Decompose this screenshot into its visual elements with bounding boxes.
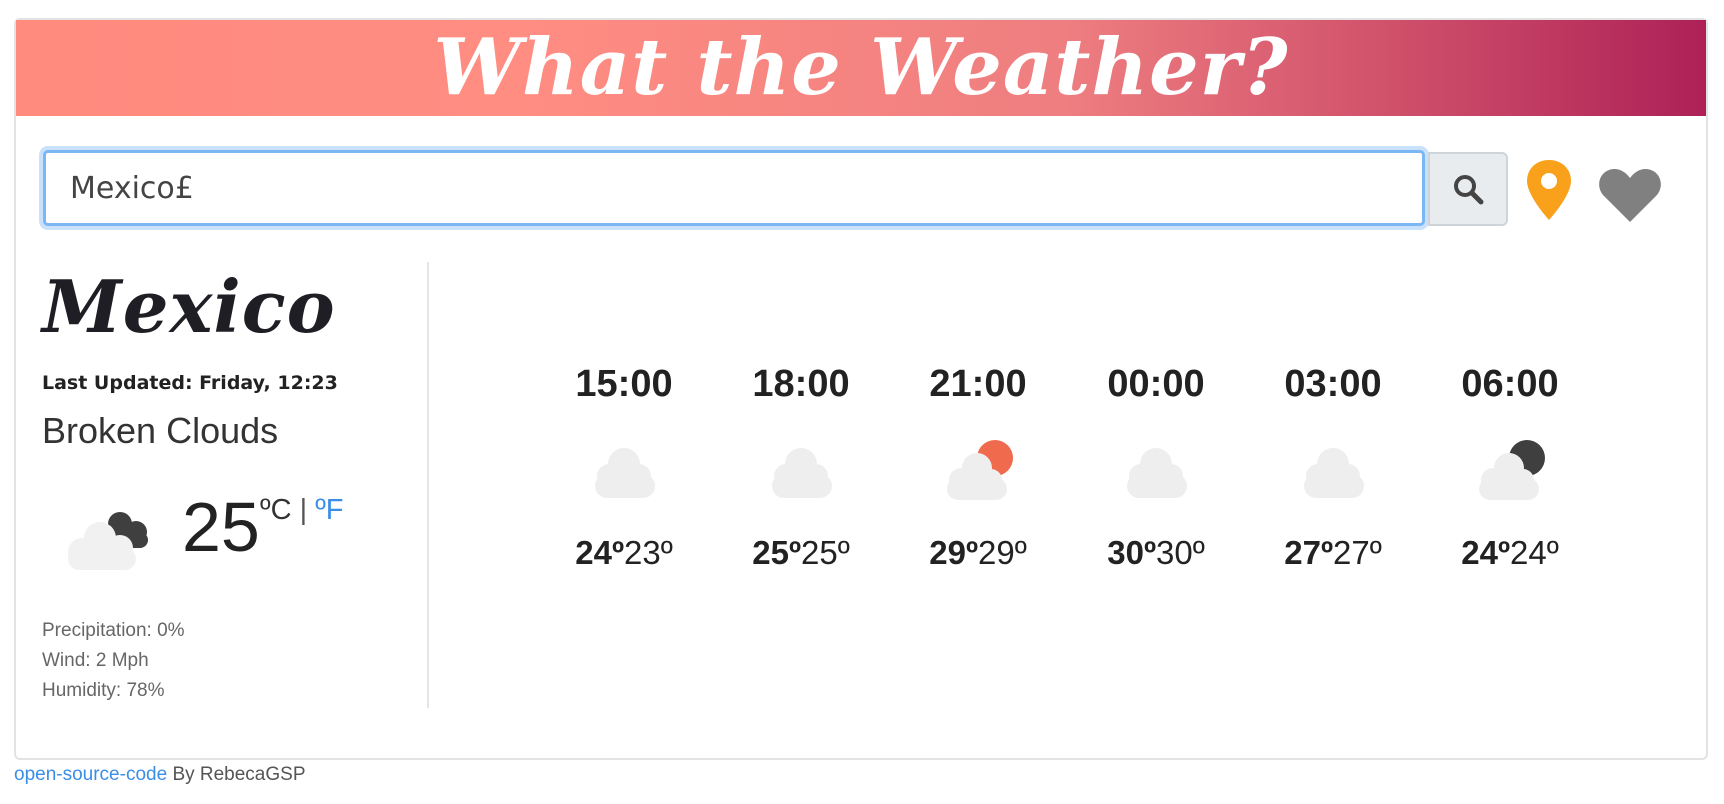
- forecast-min: 27º: [1333, 534, 1382, 571]
- forecast-time: 18:00: [752, 363, 850, 405]
- divider: [427, 262, 429, 708]
- precipitation: Precipitation: 0%: [42, 620, 185, 641]
- cloud-icon: [772, 448, 832, 498]
- forecast-max: 27º: [1284, 534, 1333, 571]
- unit-separator: |: [299, 494, 308, 526]
- forecast-max: 29º: [929, 534, 978, 571]
- search-input[interactable]: [43, 150, 1425, 226]
- forecast-max: 25º: [752, 534, 801, 571]
- forecast-time: 15:00: [575, 363, 673, 405]
- source-code-link[interactable]: open-source-code: [14, 764, 167, 785]
- cloud-icon: [1304, 448, 1364, 498]
- forecast-item: 18:00 25º25º: [726, 360, 876, 572]
- fahrenheit-toggle[interactable]: ºF: [315, 494, 343, 526]
- location-button[interactable]: [1524, 158, 1574, 224]
- forecast-max: 30º: [1107, 534, 1156, 571]
- map-pin-icon: [1527, 160, 1571, 220]
- cloud-icon: [1127, 448, 1187, 498]
- cloud-night-icon: [68, 512, 148, 570]
- search-button[interactable]: [1428, 152, 1508, 226]
- forecast-item: 03:00 27º27º: [1258, 360, 1408, 572]
- forecast-min: 29º: [978, 534, 1027, 571]
- unit-toggle: ºC | ºF: [260, 494, 344, 527]
- forecast-max: 24º: [575, 534, 624, 571]
- favorite-button[interactable]: [1598, 166, 1662, 224]
- app-title: What the Weather?: [433, 22, 1289, 113]
- search-icon: [1454, 175, 1484, 205]
- cloud-moon-icon: [1479, 440, 1545, 500]
- forecast-min: 23º: [624, 534, 673, 571]
- humidity: Humidity: 78%: [42, 680, 165, 701]
- last-updated: Last Updated: Friday, 12:23: [42, 372, 338, 394]
- forecast-time: 06:00: [1461, 363, 1559, 405]
- forecast-min: 30º: [1156, 534, 1205, 571]
- cloud-icon: [595, 448, 655, 498]
- forecast-time: 21:00: [929, 363, 1027, 405]
- cloud-sun-icon: [947, 440, 1013, 500]
- heart-icon: [1599, 168, 1661, 222]
- author-credit: By RebecaGSP: [172, 764, 306, 785]
- weather-description: Broken Clouds: [42, 410, 279, 451]
- forecast-time: 03:00: [1284, 363, 1382, 405]
- header-banner: What the Weather?: [16, 20, 1706, 116]
- forecast-item: 06:00 24º24º: [1435, 360, 1585, 572]
- current-weather-icon: [58, 500, 162, 578]
- forecast-item: 21:00 29º29º: [903, 360, 1053, 572]
- footer: open-source-code By RebecaGSP: [14, 764, 306, 786]
- forecast-item: 00:00 30º30º: [1081, 360, 1231, 572]
- wind: Wind: 2 Mph: [42, 650, 149, 671]
- forecast-time: 00:00: [1107, 363, 1205, 405]
- celsius-toggle[interactable]: ºC: [260, 494, 292, 526]
- forecast-item: 15:00 24º23º: [549, 360, 699, 572]
- forecast-min: 24º: [1510, 534, 1559, 571]
- current-temperature: 25: [182, 488, 260, 566]
- city-name: Mexico: [42, 264, 336, 349]
- forecast-max: 24º: [1461, 534, 1510, 571]
- forecast-min: 25º: [801, 534, 850, 571]
